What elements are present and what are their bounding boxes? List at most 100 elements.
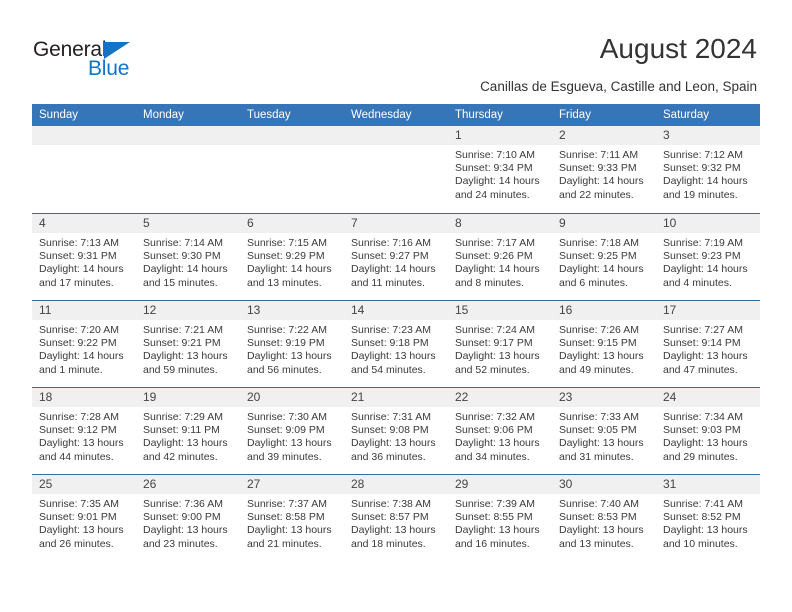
calendar-day-cell[interactable]: 6 Sunrise: 7:15 AM Sunset: 9:29 PM Daylight… bbox=[240, 214, 344, 300]
day-number: 19 bbox=[136, 388, 240, 407]
day-number: 28 bbox=[344, 475, 448, 494]
page-subtitle: Canillas de Esgueva, Castille and Leon, … bbox=[480, 79, 757, 94]
day-sun-info: Sunrise: 7:31 AM Sunset: 9:08 PM Daylight:… bbox=[344, 407, 448, 464]
daylight-text: Daylight: 13 hours and 16 minutes. bbox=[455, 524, 540, 550]
sunrise-text: Sunrise: 7:17 AM bbox=[455, 237, 535, 249]
sunrise-text: Sunrise: 7:18 AM bbox=[559, 237, 639, 249]
sunrise-text: Sunrise: 7:39 AM bbox=[455, 498, 535, 510]
day-sun-info: Sunrise: 7:23 AM Sunset: 9:18 PM Daylight:… bbox=[344, 320, 448, 377]
sunset-text: Sunset: 9:15 PM bbox=[559, 337, 637, 350]
page-title: August 2024 bbox=[599, 33, 757, 64]
sunrise-text: Sunrise: 7:14 AM bbox=[143, 237, 223, 249]
calendar-day-cell[interactable]: 5 Sunrise: 7:14 AM Sunset: 9:30 PM Daylight… bbox=[136, 214, 240, 300]
calendar-week-row: 25 Sunrise: 7:35 AM Sunset: 9:01 PM Dayligh… bbox=[32, 474, 760, 561]
weekday-header-monday: Monday bbox=[143, 109, 184, 121]
daylight-text: Daylight: 13 hours and 21 minutes. bbox=[247, 524, 332, 550]
calendar-day-cell[interactable]: 1 Sunrise: 7:10 AM Sunset: 9:34 PM Daylight… bbox=[448, 126, 552, 213]
daylight-text: Daylight: 13 hours and 59 minutes. bbox=[143, 350, 228, 376]
sunset-text: Sunset: 9:22 PM bbox=[39, 337, 117, 350]
day-number: 30 bbox=[552, 475, 656, 494]
day-number: 31 bbox=[656, 475, 760, 494]
day-number: 23 bbox=[552, 388, 656, 407]
calendar-week-row: 11 Sunrise: 7:20 AM Sunset: 9:22 PM Dayligh… bbox=[32, 300, 760, 387]
calendar-week-row: 1 Sunrise: 7:10 AM Sunset: 9:34 PM Daylight… bbox=[32, 126, 760, 213]
day-number: 18 bbox=[32, 388, 136, 407]
calendar-day-cell[interactable]: 19 Sunrise: 7:29 AM Sunset: 9:11 PM Dayligh… bbox=[136, 388, 240, 474]
calendar-day-cell[interactable]: 15 Sunrise: 7:24 AM Sunset: 9:17 PM Dayligh… bbox=[448, 301, 552, 387]
sunset-text: Sunset: 9:25 PM bbox=[559, 250, 637, 263]
sunrise-text: Sunrise: 7:12 AM bbox=[663, 149, 743, 161]
sunset-text: Sunset: 9:06 PM bbox=[455, 424, 533, 437]
calendar-day-cell[interactable]: 2 Sunrise: 7:11 AM Sunset: 9:33 PM Daylight… bbox=[552, 126, 656, 213]
calendar-day-cell[interactable]: 24 Sunrise: 7:34 AM Sunset: 9:03 PM Dayligh… bbox=[656, 388, 760, 474]
calendar-page: General Blue August 2024 Canillas de Esg… bbox=[0, 0, 792, 612]
day-number: 14 bbox=[344, 301, 448, 320]
sunset-text: Sunset: 9:17 PM bbox=[455, 337, 533, 350]
calendar-day-cell[interactable]: 26 Sunrise: 7:36 AM Sunset: 9:00 PM Dayligh… bbox=[136, 475, 240, 561]
sunset-text: Sunset: 8:52 PM bbox=[663, 511, 741, 524]
sunset-text: Sunset: 9:32 PM bbox=[663, 162, 741, 175]
calendar-day-cell[interactable]: 9 Sunrise: 7:18 AM Sunset: 9:25 PM Daylight… bbox=[552, 214, 656, 300]
calendar-day-cell[interactable]: 31 Sunrise: 7:41 AM Sunset: 8:52 PM Dayligh… bbox=[656, 475, 760, 561]
day-number: 17 bbox=[656, 301, 760, 320]
calendar-day-cell[interactable]: 12 Sunrise: 7:21 AM Sunset: 9:21 PM Dayligh… bbox=[136, 301, 240, 387]
general-blue-logo[interactable]: General Blue bbox=[33, 38, 213, 84]
sunset-text: Sunset: 9:19 PM bbox=[247, 337, 325, 350]
calendar-day-cell[interactable]: 18 Sunrise: 7:28 AM Sunset: 9:12 PM Dayligh… bbox=[32, 388, 136, 474]
calendar-day-cell[interactable]: 25 Sunrise: 7:35 AM Sunset: 9:01 PM Dayligh… bbox=[32, 475, 136, 561]
sunrise-text: Sunrise: 7:19 AM bbox=[663, 237, 743, 249]
day-number bbox=[32, 126, 136, 145]
daylight-text: Daylight: 13 hours and 34 minutes. bbox=[455, 437, 540, 463]
day-number bbox=[344, 126, 448, 145]
calendar-day-cell[interactable]: 13 Sunrise: 7:22 AM Sunset: 9:19 PM Dayligh… bbox=[240, 301, 344, 387]
daylight-text: Daylight: 13 hours and 23 minutes. bbox=[143, 524, 228, 550]
sunset-text: Sunset: 9:11 PM bbox=[143, 424, 220, 437]
sunrise-text: Sunrise: 7:21 AM bbox=[143, 324, 223, 336]
calendar-day-cell[interactable]: 8 Sunrise: 7:17 AM Sunset: 9:26 PM Daylight… bbox=[448, 214, 552, 300]
sunrise-text: Sunrise: 7:32 AM bbox=[455, 411, 535, 423]
calendar-day-cell[interactable]: 4 Sunrise: 7:13 AM Sunset: 9:31 PM Daylight… bbox=[32, 214, 136, 300]
daylight-text: Daylight: 14 hours and 6 minutes. bbox=[559, 263, 644, 289]
day-sun-info: Sunrise: 7:26 AM Sunset: 9:15 PM Daylight:… bbox=[552, 320, 656, 377]
calendar-day-cell[interactable]: 28 Sunrise: 7:38 AM Sunset: 8:57 PM Dayligh… bbox=[344, 475, 448, 561]
sunset-text: Sunset: 9:12 PM bbox=[39, 424, 117, 437]
daylight-text: Daylight: 14 hours and 11 minutes. bbox=[351, 263, 436, 289]
calendar-day-cell[interactable]: 22 Sunrise: 7:32 AM Sunset: 9:06 PM Dayligh… bbox=[448, 388, 552, 474]
day-number: 4 bbox=[32, 214, 136, 233]
calendar-day-cell[interactable]: 14 Sunrise: 7:23 AM Sunset: 9:18 PM Dayligh… bbox=[344, 301, 448, 387]
sunrise-text: Sunrise: 7:10 AM bbox=[455, 149, 535, 161]
weekday-header-friday: Friday bbox=[559, 109, 591, 121]
sunrise-text: Sunrise: 7:22 AM bbox=[247, 324, 327, 336]
calendar-day-cell[interactable]: 23 Sunrise: 7:33 AM Sunset: 9:05 PM Dayligh… bbox=[552, 388, 656, 474]
calendar-weeks: 1 Sunrise: 7:10 AM Sunset: 9:34 PM Daylight… bbox=[32, 126, 760, 561]
daylight-text: Daylight: 13 hours and 29 minutes. bbox=[663, 437, 748, 463]
calendar-day-cell[interactable]: 11 Sunrise: 7:20 AM Sunset: 9:22 PM Dayligh… bbox=[32, 301, 136, 387]
day-number: 9 bbox=[552, 214, 656, 233]
calendar-day-cell[interactable]: 7 Sunrise: 7:16 AM Sunset: 9:27 PM Daylight… bbox=[344, 214, 448, 300]
calendar-day-cell[interactable]: 10 Sunrise: 7:19 AM Sunset: 9:23 PM Dayligh… bbox=[656, 214, 760, 300]
calendar-day-cell[interactable]: 20 Sunrise: 7:30 AM Sunset: 9:09 PM Dayligh… bbox=[240, 388, 344, 474]
calendar-day-cell[interactable]: 21 Sunrise: 7:31 AM Sunset: 9:08 PM Dayligh… bbox=[344, 388, 448, 474]
calendar-day-cell[interactable]: 3 Sunrise: 7:12 AM Sunset: 9:32 PM Daylight… bbox=[656, 126, 760, 213]
day-sun-info: Sunrise: 7:18 AM Sunset: 9:25 PM Daylight:… bbox=[552, 233, 656, 290]
calendar-week-row: 4 Sunrise: 7:13 AM Sunset: 9:31 PM Daylight… bbox=[32, 213, 760, 300]
calendar-day-cell[interactable]: 16 Sunrise: 7:26 AM Sunset: 9:15 PM Dayligh… bbox=[552, 301, 656, 387]
sunset-text: Sunset: 8:58 PM bbox=[247, 511, 325, 524]
calendar-day-cell[interactable]: 29 Sunrise: 7:39 AM Sunset: 8:55 PM Dayligh… bbox=[448, 475, 552, 561]
weekday-header-row: Sunday Monday Tuesday Wednesday Thursday… bbox=[32, 104, 760, 126]
sunrise-text: Sunrise: 7:35 AM bbox=[39, 498, 119, 510]
weekday-header-sunday: Sunday bbox=[39, 109, 79, 121]
calendar-day-cell[interactable]: 30 Sunrise: 7:40 AM Sunset: 8:53 PM Dayligh… bbox=[552, 475, 656, 561]
sunrise-text: Sunrise: 7:38 AM bbox=[351, 498, 431, 510]
daylight-text: Daylight: 13 hours and 42 minutes. bbox=[143, 437, 228, 463]
day-number: 2 bbox=[552, 126, 656, 145]
calendar-day-cell[interactable]: 27 Sunrise: 7:37 AM Sunset: 8:58 PM Dayligh… bbox=[240, 475, 344, 561]
calendar-week-row: 18 Sunrise: 7:28 AM Sunset: 9:12 PM Dayligh… bbox=[32, 387, 760, 474]
weekday-header-wednesday: Wednesday bbox=[351, 109, 412, 121]
sunrise-text: Sunrise: 7:36 AM bbox=[143, 498, 223, 510]
day-sun-info: Sunrise: 7:10 AM Sunset: 9:34 PM Daylight:… bbox=[448, 145, 552, 202]
calendar-day-cell[interactable]: 17 Sunrise: 7:27 AM Sunset: 9:14 PM Dayligh… bbox=[656, 301, 760, 387]
day-number bbox=[136, 126, 240, 145]
sunset-text: Sunset: 9:03 PM bbox=[663, 424, 741, 437]
weekday-header-tuesday: Tuesday bbox=[247, 109, 291, 121]
